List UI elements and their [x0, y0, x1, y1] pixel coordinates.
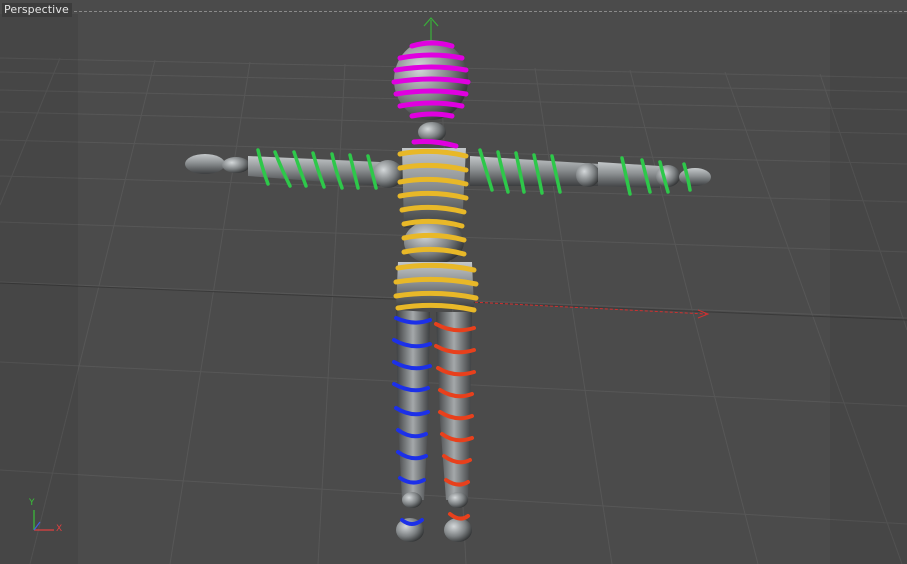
- perspective-viewport[interactable]: Perspective Y X: [0, 0, 907, 564]
- viewport-frame-line: [64, 11, 907, 12]
- arrow-up-icon[interactable]: [423, 17, 439, 42]
- viewport-right-shade: [830, 14, 907, 564]
- axis-x-label: X: [56, 524, 63, 534]
- scene-canvas[interactable]: [0, 0, 907, 564]
- axis-y-label: Y: [29, 498, 35, 508]
- axis-gizmo: Y X: [26, 498, 70, 540]
- viewport-label[interactable]: Perspective: [2, 3, 72, 17]
- viewport-left-shade: [0, 14, 78, 564]
